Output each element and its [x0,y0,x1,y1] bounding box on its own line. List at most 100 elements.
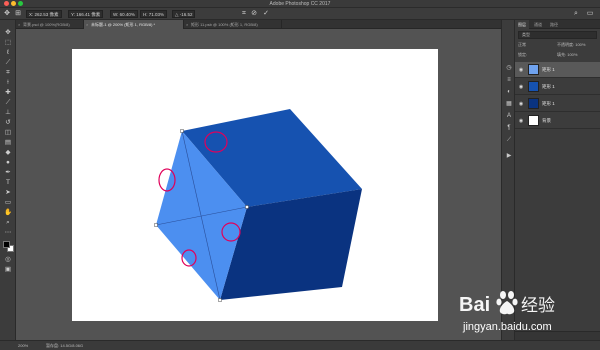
title-bar: Adobe Photoshop CC 2017 [0,0,600,8]
canvas-area[interactable] [16,29,501,340]
layer-row[interactable]: ◉ 矩形 1 [515,79,600,95]
blend-mode-label: 正常 [518,42,526,47]
play-actions-icon[interactable]: ▶ [505,152,513,160]
pen-tool-icon[interactable]: ✒ [4,169,12,177]
cube-artwork[interactable] [72,49,438,321]
visibility-eye-icon[interactable]: ◉ [518,118,524,124]
document-tabs: × 背景.psd @ 100%(RGB/8) × 未标题-1 @ 200% (矩… [16,20,501,29]
layer-thumbnail [528,98,539,109]
commit-transform-icon[interactable]: ✓ [262,10,270,18]
layer-name: 矩形 1 [542,67,555,72]
layer-name: 矩形 1 [542,101,555,106]
brush-panel-icon[interactable]: ⟋ [505,136,513,144]
layer-thumbnail [528,115,539,126]
document-canvas[interactable] [72,49,438,321]
lasso-tool-icon[interactable]: ℓ [4,49,12,57]
tab-paths[interactable]: 路径 [547,20,561,29]
lock-label: 锁定: [518,52,528,57]
photoshop-window: Adobe Photoshop CC 2017 ✥ ⊞ X: 262.53 像素… [0,0,600,350]
cancel-transform-icon[interactable]: ⊘ [250,10,258,18]
tab-untitled-1[interactable]: × 未标题-1 @ 200% (矩形 1, RGB/8) * [84,20,184,29]
marquee-tool-icon[interactable]: ⬚ [4,39,12,47]
zoom-level[interactable]: 200% [18,341,28,350]
transform-handle[interactable] [154,223,158,227]
app-title: Adobe Photoshop CC 2017 [269,1,331,7]
tab-layers[interactable]: 图层 [515,20,529,29]
tab-channels[interactable]: 通道 [531,20,545,29]
eraser-tool-icon[interactable]: ◫ [4,129,12,137]
baidu-watermark: Bai 经验 jingyan.baidu.com [455,283,595,345]
width-field[interactable]: W: 60.40% [110,10,138,18]
baidu-logo-icon: Bai 经验 [459,291,555,316]
move-tool-icon[interactable]: ✥ [3,10,11,18]
history-panel-icon[interactable]: ◷ [505,64,513,72]
close-tab-icon[interactable]: × [86,20,88,29]
reference-point-icon[interactable]: ⊞ [14,10,22,18]
path-select-tool-icon[interactable]: ➤ [4,189,12,197]
history-brush-tool-icon[interactable]: ↺ [4,119,12,127]
opacity-field[interactable]: 不透明度: 100% [557,41,585,49]
layers-panel-tabs: 图层 通道 路径 [515,20,600,29]
properties-panel-icon[interactable]: ≡ [505,76,513,84]
document-info[interactable]: 暂存盘: 14.5G/8.06G [46,341,83,350]
svg-text:经验: 经验 [521,296,555,316]
x-position-field[interactable]: X: 262.53 像素 [26,10,62,18]
transform-handle[interactable] [245,205,249,209]
warp-mode-icon[interactable]: ⌗ [240,10,248,18]
y-position-field[interactable]: Y: 166.41 像素 [68,10,104,18]
opacity-label: 不透明度: 100% [557,42,586,47]
tab-background-psd[interactable]: × 背景.psd @ 100%(RGB/8) [16,20,84,29]
options-bar: ✥ ⊞ X: 262.53 像素 Y: 166.41 像素 W: 60.40% … [0,8,600,20]
move-tool-icon[interactable]: ✥ [4,29,12,37]
adjustments-panel-icon[interactable]: ◐ [505,88,513,96]
tab-rect-11-psb[interactable]: × 矩形 11.psb @ 100% (矩形 1, RGB/8) [184,20,282,29]
rectangle-tool-icon[interactable]: ▭ [4,199,12,207]
more-tools-icon[interactable]: ⋯ [4,229,12,237]
layer-filter-select[interactable]: 类型 [518,31,597,39]
tab-label: 未标题-1 @ 200% (矩形 1, RGB/8) * [91,22,156,27]
visibility-eye-icon[interactable]: ◉ [518,84,524,90]
zoom-tool-icon[interactable]: ⌕ [4,219,12,227]
lock-row: 锁定: 填充: 100% [518,51,597,59]
healing-brush-tool-icon[interactable]: ✚ [4,89,12,97]
character-panel-icon[interactable]: A [505,112,513,120]
clone-stamp-tool-icon[interactable]: ⊥ [4,109,12,117]
visibility-eye-icon[interactable]: ◉ [518,67,524,73]
foreground-color-swatch[interactable] [3,241,10,248]
layer-row[interactable]: ◉ 矩形 1 [515,96,600,112]
paragraph-panel-icon[interactable]: ¶ [505,124,513,132]
dodge-tool-icon[interactable]: ● [4,159,12,167]
hand-tool-icon[interactable]: ✋ [4,209,12,217]
visibility-eye-icon[interactable]: ◉ [518,101,524,107]
swatches-panel-icon[interactable]: ▦ [505,100,513,108]
transform-handle[interactable] [218,298,222,302]
type-tool-icon[interactable]: T [4,179,12,187]
workspace-icon[interactable]: ▭ [586,10,594,18]
close-tab-icon[interactable]: × [18,20,20,29]
fill-field[interactable]: 填充: 100% [557,51,577,59]
close-tab-icon[interactable]: × [186,20,188,29]
svg-text:Bai: Bai [459,294,490,316]
quick-select-tool-icon[interactable]: ⟋ [4,59,12,67]
layer-thumbnail [528,64,539,75]
tools-panel: ✥ ⬚ ℓ ⟋ ⌗ ⟊ ✚ ⟋ ⊥ ↺ ◫ ▤ ◆ ● ✒ T ➤ ▭ ✋ ⌕ … [0,20,16,340]
watermark-url: jingyan.baidu.com [463,321,552,333]
screen-mode-icon[interactable]: ▣ [4,266,12,274]
crop-tool-icon[interactable]: ⌗ [4,69,12,77]
layer-thumbnail [528,81,539,92]
layer-row[interactable]: ◉ 背景 [515,113,600,129]
tab-label: 矩形 11.psb @ 100% (矩形 1, RGB/8) [191,22,258,27]
transform-handle[interactable] [180,129,184,133]
gradient-tool-icon[interactable]: ▤ [4,139,12,147]
blur-tool-icon[interactable]: ◆ [4,149,12,157]
quick-mask-icon[interactable]: ◎ [4,256,12,264]
height-field[interactable]: H: 71.03% [140,10,168,18]
search-icon[interactable]: ⌕ [572,10,580,18]
layer-row[interactable]: ◉ 矩形 1 [515,62,600,78]
blend-mode-select[interactable]: 正常 [518,41,558,49]
eyedropper-tool-icon[interactable]: ⟊ [4,79,12,87]
layer-name: 矩形 1 [542,84,555,89]
brush-tool-icon[interactable]: ⟋ [4,99,12,107]
rotation-field[interactable]: △ -16.52 [172,10,196,18]
layer-name: 背景 [542,118,551,123]
